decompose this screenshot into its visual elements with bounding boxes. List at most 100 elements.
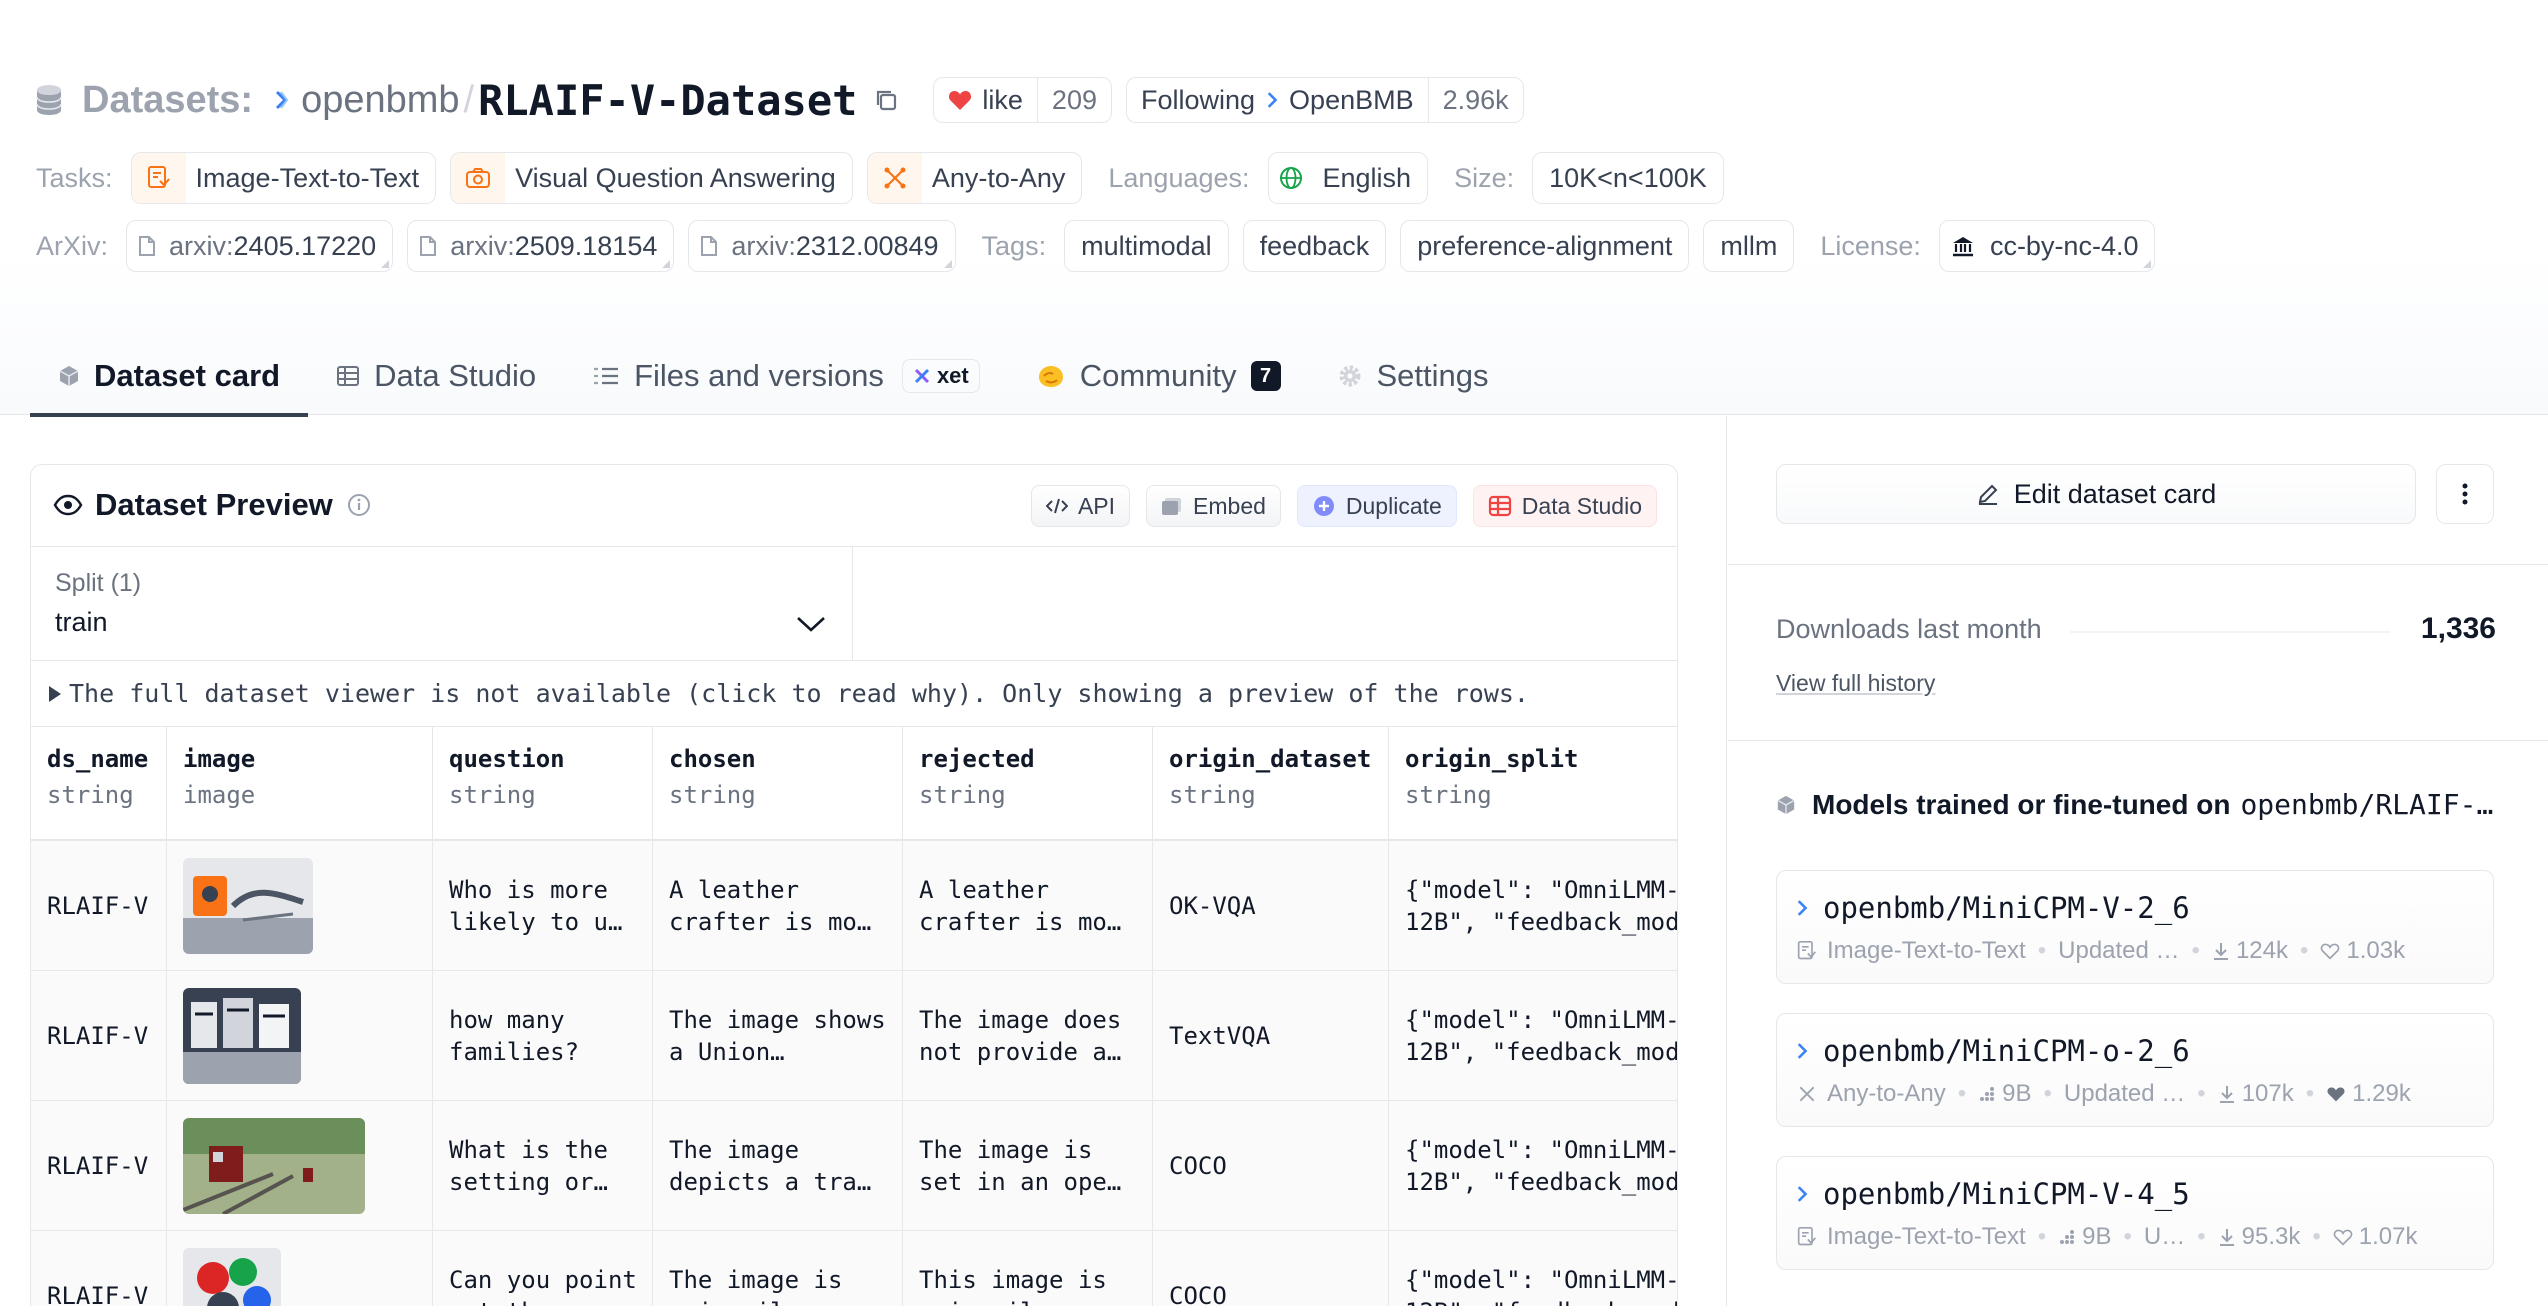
arxiv-tag[interactable]: arxiv:2509.18154: [407, 220, 675, 272]
task-tag-image-text-to-text[interactable]: Image-Text-to-Text: [130, 152, 437, 204]
info-icon[interactable]: [347, 493, 371, 517]
model-card[interactable]: openbmb/MiniCPM-V-2_6 Image-Text-to-Text…: [1776, 870, 2494, 984]
downloads-label: Downloads last month: [1776, 614, 2042, 644]
model-card[interactable]: openbmb/MiniCPM-o-2_6 Any-to-Any • 9B • …: [1776, 1013, 2494, 1127]
cell-rejected: This image is primarily…: [903, 1231, 1153, 1306]
api-button[interactable]: API: [1030, 485, 1131, 527]
column-header[interactable]: origin_dataset string: [1153, 727, 1389, 839]
arxiv-prefix: arxiv:: [450, 230, 515, 261]
arxiv-tag[interactable]: arxiv:2405.17220: [126, 220, 394, 272]
bank-icon: [1952, 237, 1973, 257]
like-count[interactable]: 209: [1036, 78, 1111, 122]
embed-icon: [1162, 498, 1182, 515]
model-task: Image-Text-to-Text: [1827, 1223, 2026, 1250]
table-row[interactable]: RLAIF-V Who is more likely to u… A leath…: [31, 841, 1677, 971]
more-options-button[interactable]: [2436, 464, 2494, 524]
tab-data-studio[interactable]: Data Studio: [308, 336, 564, 416]
column-header[interactable]: ds_name string: [31, 727, 167, 839]
camera-question-icon: [466, 168, 491, 188]
model-name[interactable]: openbmb/MiniCPM-V-2_6: [1797, 891, 2190, 925]
model-downloads: 95.3k: [2241, 1223, 2301, 1250]
openbmb-logo-small-icon: [1797, 1186, 1808, 1202]
tab-files-and-versions[interactable]: Files and versions xet: [564, 336, 1008, 416]
column-header[interactable]: chosen string: [653, 727, 903, 839]
org-link[interactable]: openbmb: [301, 79, 459, 122]
cell-image[interactable]: [167, 971, 433, 1100]
split-select[interactable]: Split (1) train: [31, 547, 853, 660]
tab-community[interactable]: Community 7: [1008, 336, 1309, 416]
license-tag[interactable]: cc-by-nc-4.0: [1938, 220, 2156, 272]
tag-feedback[interactable]: feedback: [1242, 220, 1387, 272]
duplicate-button[interactable]: Duplicate: [1296, 485, 1457, 527]
cell-question: What is the setting or…: [433, 1101, 653, 1230]
arxiv-id: 2405.17220: [233, 230, 377, 261]
table-row[interactable]: RLAIF-V Can you point out the… The image…: [31, 1231, 1677, 1306]
preview-actions: API Embed Duplicate Data Studio: [1015, 485, 1657, 527]
language-label: English: [1322, 162, 1412, 193]
tab-dataset-card[interactable]: Dataset card: [30, 336, 309, 417]
like-button[interactable]: like 209: [933, 77, 1112, 123]
duplicate-icon: [1313, 496, 1334, 516]
models-title-repo[interactable]: openbmb/RLAIF-…: [2240, 788, 2493, 821]
view-full-history-link[interactable]: View full history: [1776, 670, 1935, 697]
copy-icon[interactable]: [873, 87, 899, 113]
tag-label: preference-alignment: [1417, 230, 1673, 261]
model-card[interactable]: openbmb/MiniCPM-V-4_5 Image-Text-to-Text…: [1776, 1156, 2494, 1270]
section-label[interactable]: Datasets:: [82, 79, 253, 122]
viewer-notice[interactable]: The full dataset viewer is not available…: [31, 661, 1677, 727]
row-image-thumbnail[interactable]: [183, 1247, 281, 1306]
tag-preference-alignment[interactable]: preference-alignment: [1400, 220, 1690, 272]
repo-tabs: Dataset card Data Studio Files and versi…: [30, 336, 1517, 417]
downloads-sparkline: [2070, 631, 2390, 633]
model-task: Any-to-Any: [1827, 1080, 1946, 1107]
column-header[interactable]: question string: [433, 727, 653, 839]
paper-icon: [701, 236, 718, 256]
column-header[interactable]: rejected string: [903, 727, 1153, 839]
sidebar-divider: [1728, 564, 2548, 565]
cell-ds-name: RLAIF-V: [31, 1231, 167, 1306]
table-row[interactable]: RLAIF-V how many families? The image sho…: [31, 971, 1677, 1101]
cell-image[interactable]: [167, 1231, 433, 1306]
cell-origin-dataset: COCO: [1153, 1231, 1389, 1306]
tag-mllm[interactable]: mllm: [1703, 220, 1795, 272]
download-icon: [2213, 943, 2228, 960]
cell-origin-dataset: OK-VQA: [1153, 841, 1389, 970]
tag-label: mllm: [1720, 230, 1778, 261]
model-params: 9B: [2002, 1080, 2032, 1107]
column-header[interactable]: image image: [167, 727, 433, 839]
embed-button[interactable]: Embed: [1146, 485, 1281, 527]
image-text-icon: [147, 166, 170, 188]
arxiv-tag[interactable]: arxiv:2312.00849: [688, 220, 956, 272]
cell-question: how many families?: [433, 971, 653, 1100]
openbmb-logo-icon: [276, 90, 289, 110]
following-org: OpenBMB: [1289, 84, 1414, 115]
tag-multimodal[interactable]: multimodal: [1064, 220, 1229, 272]
downloads-value: 1,336: [2420, 612, 2496, 645]
languages-label: Languages:: [1108, 162, 1250, 193]
model-name[interactable]: openbmb/MiniCPM-V-4_5: [1797, 1177, 2190, 1211]
data-studio-button[interactable]: Data Studio: [1472, 485, 1657, 527]
heart-outline-icon: [2333, 1229, 2353, 1246]
tab-settings[interactable]: Settings: [1309, 336, 1517, 416]
model-likes: 1.03k: [2346, 937, 2406, 964]
column-header[interactable]: origin_split string: [1389, 727, 1677, 839]
cell-image[interactable]: [167, 841, 433, 970]
model-name[interactable]: openbmb/MiniCPM-o-2_6: [1797, 1034, 2190, 1068]
row-image-thumbnail[interactable]: [183, 857, 313, 954]
cell-chosen: A leather crafter is mo…: [653, 841, 903, 970]
follow-button[interactable]: Following OpenBMB 2.96k: [1125, 77, 1524, 123]
heart-filled-icon: [2327, 1087, 2345, 1102]
row-image-thumbnail[interactable]: [183, 987, 301, 1084]
language-tag[interactable]: English: [1267, 152, 1429, 204]
row-image-thumbnail[interactable]: [183, 1117, 365, 1214]
task-tag-vqa[interactable]: Visual Question Answering: [450, 152, 853, 204]
task-tag-any-to-any[interactable]: Any-to-Any: [866, 152, 1083, 204]
cell-image[interactable]: [167, 1101, 433, 1230]
edit-dataset-card-button[interactable]: Edit dataset card: [1776, 464, 2416, 524]
cell-origin-split: {"model": "OmniLMM-12B", "feedback_mod: [1405, 1135, 1678, 1196]
table-row[interactable]: RLAIF-V What is the setting or… The imag…: [31, 1101, 1677, 1231]
size-tag[interactable]: 10K<n<100K: [1532, 152, 1724, 204]
paper-icon: [139, 236, 156, 256]
repo-name[interactable]: RLAIF-V-Dataset: [478, 76, 857, 125]
follower-count[interactable]: 2.96k: [1427, 78, 1523, 122]
